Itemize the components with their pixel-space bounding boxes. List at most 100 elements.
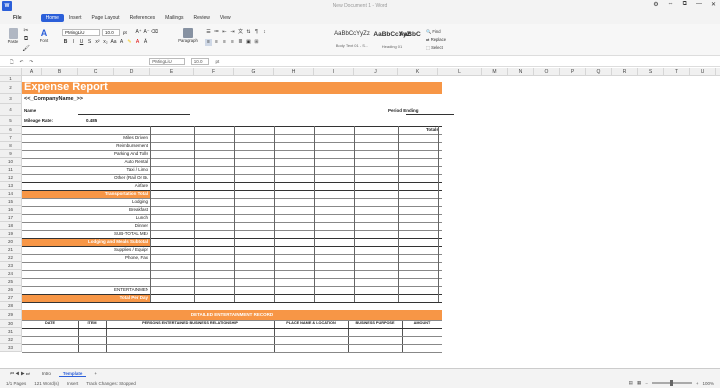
row-header-19[interactable]: 19 <box>0 230 22 238</box>
col-header-M[interactable]: M <box>482 68 508 76</box>
minimize-icon[interactable]: — <box>696 1 702 8</box>
subscript-icon[interactable]: x₂ <box>102 39 109 46</box>
tab-nav-icon[interactable]: ⏮ ◀ ▶ ⏭ <box>6 371 34 376</box>
change-case-icon[interactable]: Aa <box>110 39 117 46</box>
row-header-28[interactable]: 28 <box>0 302 22 310</box>
row-header-33[interactable]: 33 <box>0 344 22 352</box>
track-changes-status[interactable]: Track Changes: Stopped <box>86 381 136 386</box>
menu-mailings[interactable]: Mailings <box>160 14 188 22</box>
sort-icon[interactable]: ⇅ <box>245 29 252 36</box>
zoom-slider[interactable] <box>651 380 692 386</box>
underline-icon[interactable]: U <box>78 39 85 46</box>
font-button[interactable]: A Font <box>36 28 52 43</box>
row-header-8[interactable]: 8 <box>0 142 22 150</box>
row-header-11[interactable]: 11 <box>0 166 22 174</box>
font-name-select[interactable]: PMingLiU <box>62 29 100 36</box>
cut-icon[interactable]: ✂ <box>22 27 30 34</box>
row-header-23[interactable]: 23 <box>0 262 22 270</box>
sheet-tab-template[interactable]: Template <box>58 371 87 377</box>
highlight-icon[interactable]: ✎ <box>126 39 133 46</box>
col-header-I[interactable]: I <box>314 68 354 76</box>
row-header-14[interactable]: 14 <box>0 190 22 198</box>
col-header-L[interactable]: L <box>438 68 482 76</box>
zoom-thumb[interactable] <box>669 380 673 386</box>
style-heading-2[interactable]: AaBbCcYyZ <box>399 28 421 50</box>
col-header-O[interactable]: O <box>534 68 560 76</box>
row-header-21[interactable]: 21 <box>0 246 22 254</box>
settings-icon[interactable]: ⚙ <box>653 1 658 8</box>
menu-page-layout[interactable]: Page Layout <box>86 14 124 22</box>
numbering-icon[interactable]: ≔ <box>213 29 220 36</box>
text-effect-icon[interactable]: A <box>118 39 125 46</box>
grow-font-icon[interactable]: A⁺ <box>135 29 142 36</box>
quick-font-size[interactable]: 10.0 <box>190 58 210 65</box>
find-button[interactable]: 🔍 Find <box>426 29 441 35</box>
shrink-font-icon[interactable]: A⁻ <box>143 29 150 36</box>
col-header-B[interactable]: B <box>42 68 78 76</box>
col-header-S[interactable]: S <box>638 68 664 76</box>
shading-icon[interactable]: ▣ <box>245 39 252 46</box>
chinese-layout-icon[interactable]: 文 <box>237 29 244 36</box>
col-header-A[interactable]: A <box>22 68 42 76</box>
col-header-U[interactable]: U <box>690 68 716 76</box>
font-size-select[interactable]: 10.0 <box>102 29 120 36</box>
row-header-18[interactable]: 18 <box>0 222 22 230</box>
row-header-30[interactable]: 30 <box>0 320 22 328</box>
col-header-F[interactable]: F <box>194 68 234 76</box>
document-grid[interactable]: ABCDEFGHIJKLMNOPQRSTUV123456789101112131… <box>0 68 720 368</box>
zoom-out-icon[interactable]: − <box>645 381 648 386</box>
insert-mode[interactable]: Insert <box>67 381 78 386</box>
col-header-D[interactable]: D <box>114 68 150 76</box>
col-header-Q[interactable]: Q <box>586 68 612 76</box>
increase-indent-icon[interactable]: ⇥ <box>229 29 236 36</box>
menu-home[interactable]: Home <box>40 13 64 22</box>
menu-review[interactable]: Review <box>189 14 215 22</box>
align-center-icon[interactable]: ≡ <box>213 39 220 46</box>
col-header-K[interactable]: K <box>398 68 438 76</box>
sheet-tab-intro[interactable]: Intro <box>38 371 55 376</box>
close-icon[interactable]: ✕ <box>711 1 716 8</box>
undo-icon[interactable]: ↶ <box>20 59 24 65</box>
zoom-in-icon[interactable]: + <box>696 381 699 386</box>
distribute-icon[interactable]: ≣ <box>237 39 244 46</box>
row-header-9[interactable]: 9 <box>0 150 22 158</box>
row-header-5[interactable]: 5 <box>0 116 22 126</box>
row-header-4[interactable]: 4 <box>0 104 22 116</box>
col-header-E[interactable]: E <box>150 68 194 76</box>
row-header-3[interactable]: 3 <box>0 94 22 104</box>
col-header-C[interactable]: C <box>78 68 114 76</box>
replace-button[interactable]: ⇄ Replace <box>426 37 446 42</box>
view-print-icon[interactable]: ▤ <box>629 380 633 386</box>
align-right-icon[interactable]: ≡ <box>221 39 228 46</box>
paste-button[interactable]: Paste <box>6 28 20 44</box>
bullets-icon[interactable]: ☰ <box>205 29 212 36</box>
row-header-22[interactable]: 22 <box>0 254 22 262</box>
add-sheet-button[interactable]: + <box>90 371 101 376</box>
paragraph-button[interactable]: Paragraph <box>176 28 200 43</box>
clear-format-icon[interactable]: ⌫ <box>151 29 158 36</box>
row-header-31[interactable]: 31 <box>0 328 22 336</box>
row-header-10[interactable]: 10 <box>0 158 22 166</box>
row-header-26[interactable]: 26 <box>0 286 22 294</box>
col-header-G[interactable]: G <box>234 68 274 76</box>
row-header-17[interactable]: 17 <box>0 214 22 222</box>
menu-view[interactable]: View <box>215 14 236 22</box>
row-header-13[interactable]: 13 <box>0 182 22 190</box>
copy-icon[interactable]: ⧉ <box>22 36 30 43</box>
select-button[interactable]: ⬚ Select <box>426 45 443 50</box>
corner-cell[interactable] <box>0 68 22 76</box>
row-header-7[interactable]: 7 <box>0 134 22 142</box>
borders-icon[interactable]: ⊞ <box>253 39 260 46</box>
col-header-V[interactable]: V <box>716 68 720 76</box>
view-web-icon[interactable]: ▦ <box>637 380 641 386</box>
show-marks-icon[interactable]: ¶ <box>253 29 260 36</box>
redo-icon[interactable]: ↷ <box>29 59 33 65</box>
row-header-29[interactable]: 29 <box>0 310 22 320</box>
col-header-N[interactable]: N <box>508 68 534 76</box>
format-painter-icon[interactable]: 🖌 <box>22 45 30 52</box>
superscript-icon[interactable]: x² <box>94 39 101 46</box>
quick-font-name[interactable]: PMingLiU <box>149 58 185 65</box>
row-header-15[interactable]: 15 <box>0 198 22 206</box>
col-header-T[interactable]: T <box>664 68 690 76</box>
row-header-2[interactable]: 2 <box>0 82 22 94</box>
